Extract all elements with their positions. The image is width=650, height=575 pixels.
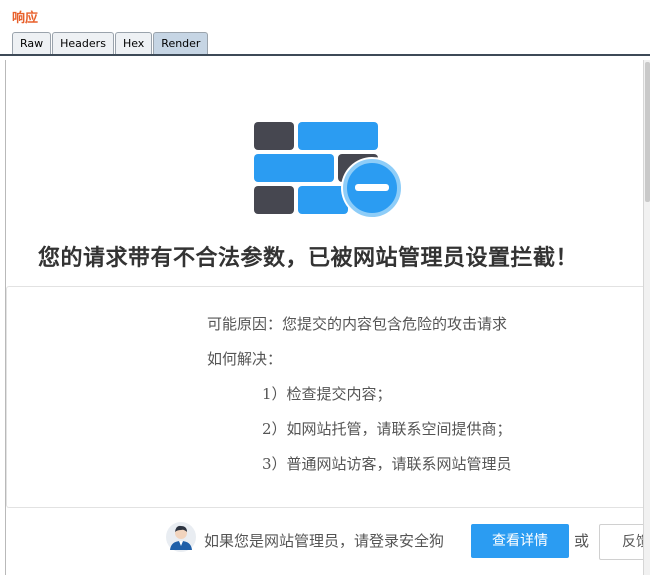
view-details-button[interactable]: 查看详情 [471, 524, 569, 558]
blocked-wall-icon [254, 122, 403, 218]
feedback-button[interactable]: 反馈 [599, 524, 644, 560]
tab-raw[interactable]: Raw [12, 32, 52, 54]
tab-divider [0, 54, 650, 56]
tab-render[interactable]: Render [153, 32, 209, 54]
reason-text: 可能原因：您提交的内容包含危险的攻击请求 [207, 315, 508, 333]
tab-headers[interactable]: Headers [52, 32, 114, 54]
tab-hex[interactable]: Hex [114, 32, 153, 54]
step-item: 3）普通网站访客，请联系网站管理员 [262, 455, 512, 473]
panel-title: 响应 [12, 11, 39, 26]
view-tabs: Raw Headers Hex Render [12, 32, 209, 55]
vertical-scrollbar[interactable] [643, 60, 650, 575]
step-item: 2）如网站托管，请联系空间提供商； [262, 420, 512, 438]
admin-login-prompt: 如果您是网站管理员，请登录安全狗 [204, 532, 445, 550]
admin-avatar-icon [166, 522, 196, 552]
render-viewport: 您的请求带有不合法参数，已被网站管理员设置拦截！ 可能原因：您提交的内容包含危险… [5, 60, 644, 575]
or-separator: 或 [574, 532, 590, 550]
info-box: 可能原因：您提交的内容包含危险的攻击请求 如何解决： 1）检查提交内容； 2）如… [6, 286, 644, 508]
response-panel-header: 响应 Raw Headers Hex Render [0, 0, 650, 56]
step-item: 1）检查提交内容； [262, 385, 392, 403]
scrollbar-thumb[interactable] [645, 62, 650, 202]
how-to-resolve-label: 如何解决： [207, 350, 283, 368]
block-headline: 您的请求带有不合法参数，已被网站管理员设置拦截！ [38, 245, 579, 271]
